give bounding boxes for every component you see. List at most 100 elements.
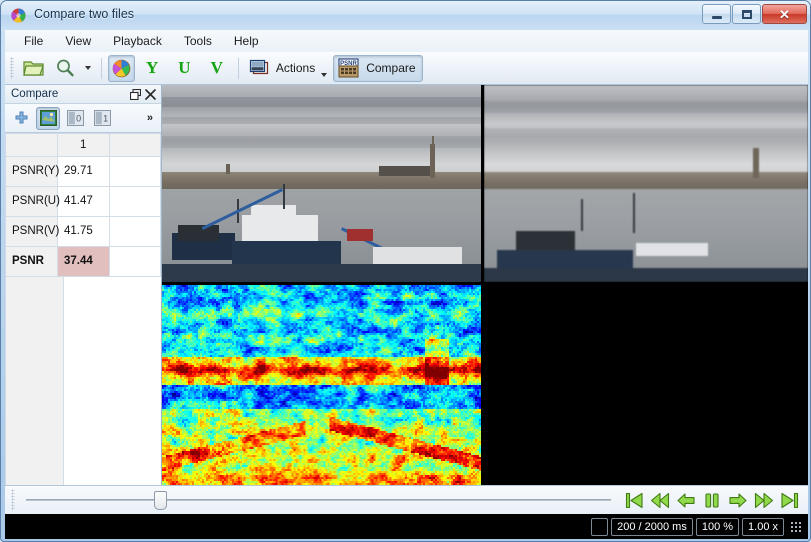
psnr-table: 1 PSNR(Y) 29.71 PSNR(U) 41.47 PSNR(V) 41… [6, 134, 161, 277]
dock-overflow-button[interactable]: » [147, 112, 157, 124]
svg-text:1: 1 [103, 114, 108, 124]
metric-empty [109, 186, 161, 217]
cloud-band [484, 100, 808, 113]
float-panel-button[interactable] [128, 87, 143, 102]
harbour-photo [162, 85, 481, 282]
red-container [347, 228, 373, 241]
status-indicator [591, 517, 609, 536]
close-button[interactable]: ✕ [762, 4, 807, 24]
seekbar-grip[interactable] [11, 489, 15, 511]
column-header-metric[interactable] [6, 134, 58, 157]
seek-track [26, 499, 611, 501]
compare-dock-panel: Compare 0 1 » 1 PSNR(Y) 29.71 PSNR(U) 41… [5, 85, 162, 485]
open-file-button[interactable] [19, 55, 49, 82]
difference-heatmap[interactable] [162, 285, 481, 485]
table-row[interactable]: PSNR 37.44 [6, 246, 161, 277]
menu-tools[interactable]: Tools [173, 32, 223, 50]
menu-file[interactable]: File [13, 32, 54, 50]
pause-button[interactable] [699, 489, 724, 512]
menu-playback[interactable]: Playback [102, 32, 173, 50]
step-forward-button[interactable] [725, 489, 750, 512]
seek-slider[interactable] [18, 488, 617, 512]
close-panel-button[interactable] [143, 87, 158, 102]
svg-text:0: 0 [76, 114, 81, 124]
minimize-icon [711, 15, 722, 19]
magnifier-icon [55, 58, 75, 78]
table-row[interactable]: PSNR(U) 41.47 [6, 186, 161, 217]
go-to-start-button[interactable] [621, 489, 646, 512]
zoom-dropdown-button[interactable] [81, 55, 95, 82]
view-file-0-button[interactable]: 0 [63, 107, 87, 130]
metric-value: 29.71 [57, 156, 110, 187]
toolbar-grip[interactable] [10, 57, 14, 79]
foreground-dock [484, 268, 808, 282]
rewind-button[interactable] [647, 489, 672, 512]
mast [633, 193, 636, 233]
window-controls: ✕ [702, 4, 807, 24]
zoom-button[interactable] [51, 55, 79, 82]
minimize-button[interactable] [702, 4, 731, 24]
y-channel-button[interactable]: Y [137, 55, 167, 82]
building [378, 165, 430, 176]
v-channel-button[interactable]: V [202, 55, 232, 82]
actions-button[interactable]: Actions [245, 55, 331, 82]
cargo-container [177, 224, 220, 241]
folder-open-icon [23, 58, 45, 78]
column-header-1[interactable]: 1 [57, 134, 110, 157]
step-back-button[interactable] [673, 489, 698, 512]
moored-boat [636, 242, 708, 257]
metric-value: 37.44 [57, 246, 110, 277]
heatmap-canvas-wrapper [162, 285, 481, 485]
ship-hull [232, 240, 341, 265]
resize-grip[interactable] [790, 520, 802, 533]
application-window: Compare two files ✕ File View Playback T… [0, 0, 811, 542]
video-viewport[interactable] [162, 85, 808, 485]
column-header-extra[interactable] [109, 134, 161, 157]
close-icon: ✕ [779, 6, 790, 22]
metric-value: 41.47 [57, 186, 110, 217]
u-channel-label: U [178, 58, 191, 77]
harbour-photo-compressed [484, 85, 808, 282]
dock-header: Compare [5, 85, 161, 104]
compared-video-frame[interactable] [484, 85, 808, 282]
metric-label: PSNR(U) [6, 186, 60, 217]
table-row[interactable]: PSNR(Y) 29.71 [6, 156, 161, 187]
maximize-button[interactable] [732, 4, 761, 24]
status-zoom: 100 % [695, 517, 740, 536]
add-comparison-button[interactable] [9, 107, 33, 130]
psnr-table-container[interactable]: 1 PSNR(Y) 29.71 PSNR(U) 41.47 PSNR(V) 41… [5, 133, 161, 485]
building [225, 163, 230, 174]
ship-bridge [251, 205, 296, 219]
fast-forward-button[interactable] [751, 489, 776, 512]
compare-button[interactable]: PSNR Compare [333, 54, 423, 82]
seek-thumb[interactable] [154, 491, 167, 510]
color-view-button[interactable] [108, 54, 135, 82]
table-row[interactable]: PSNR(V) 41.75 [6, 216, 161, 247]
view-both-button[interactable] [36, 106, 60, 130]
go-to-end-button[interactable] [777, 489, 802, 512]
metric-label: PSNR [6, 246, 58, 277]
seek-and-playback-bar [5, 485, 808, 514]
table-empty-area [6, 276, 161, 485]
metric-empty [109, 216, 161, 247]
toolbar-separator-1 [101, 57, 102, 79]
status-bar: 200 / 2000 ms 100 % 1.00 x [5, 514, 808, 539]
actions-icon [249, 59, 270, 78]
mast [581, 199, 584, 231]
heatmap-canvas [162, 285, 481, 485]
u-channel-button[interactable]: U [169, 55, 199, 82]
menu-view[interactable]: View [54, 32, 102, 50]
moored-boat [372, 246, 462, 265]
skyline-region [484, 171, 808, 190]
status-time: 200 / 2000 ms [611, 517, 693, 536]
view-file-1-button[interactable]: 1 [90, 107, 114, 130]
metric-empty [109, 246, 161, 277]
menu-help[interactable]: Help [223, 32, 270, 50]
color-wheel-icon [10, 7, 27, 24]
metric-label: PSNR(V) [6, 216, 59, 247]
table-header-row: 1 [6, 134, 161, 157]
y-channel-label: Y [146, 58, 159, 77]
menu-bar: File View Playback Tools Help [5, 30, 808, 52]
boat-hull [496, 250, 634, 271]
reference-video-frame[interactable] [162, 85, 481, 282]
